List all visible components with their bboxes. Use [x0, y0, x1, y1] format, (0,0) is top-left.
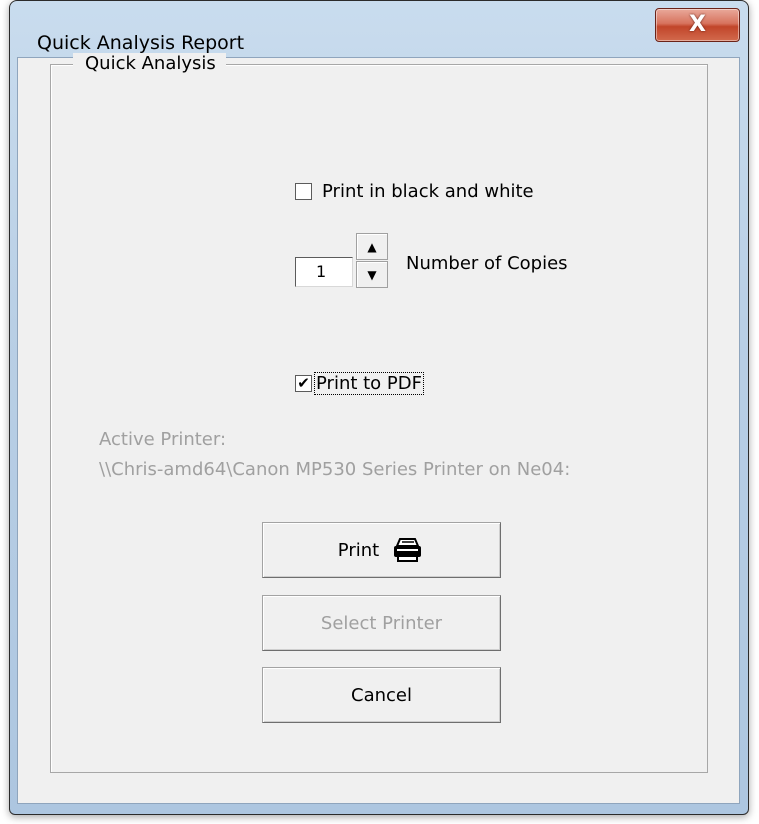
- copies-input[interactable]: 1: [295, 257, 353, 287]
- groupbox-label: Quick Analysis: [73, 53, 226, 74]
- pdf-checkbox[interactable]: ✔: [295, 375, 312, 392]
- printer-icon: [394, 538, 422, 562]
- close-button[interactable]: X: [655, 8, 740, 42]
- bw-checkbox[interactable]: [295, 183, 312, 200]
- check-icon: ✔: [297, 374, 310, 392]
- window-title: Quick Analysis Report: [37, 32, 245, 54]
- pdf-checkbox-label[interactable]: Print to PDF: [314, 372, 424, 395]
- arrow-up-icon: ▲: [367, 239, 377, 254]
- bw-checkbox-row[interactable]: Print in black and white: [295, 181, 534, 202]
- spin-down-button[interactable]: ▼: [356, 261, 388, 288]
- select-printer-button[interactable]: Select Printer: [262, 595, 501, 651]
- copies-spinner[interactable]: ▲ ▼: [356, 233, 388, 288]
- print-button-label: Print: [337, 539, 380, 561]
- bw-checkbox-label[interactable]: Print in black and white: [322, 181, 534, 202]
- pdf-checkbox-row[interactable]: ✔ Print to PDF: [295, 372, 424, 395]
- active-printer-label: Active Printer:: [99, 429, 227, 450]
- arrow-down-icon: ▼: [367, 267, 377, 282]
- copies-label: Number of Copies: [406, 253, 568, 274]
- cancel-button[interactable]: Cancel: [262, 667, 501, 723]
- title-bar[interactable]: Quick Analysis Report X: [10, 1, 748, 54]
- active-printer-path: \\Chris-amd64\Canon MP530 Series Printer…: [99, 459, 571, 480]
- close-icon: X: [689, 12, 706, 37]
- spin-up-button[interactable]: ▲: [356, 233, 388, 260]
- print-button[interactable]: Print: [262, 522, 501, 578]
